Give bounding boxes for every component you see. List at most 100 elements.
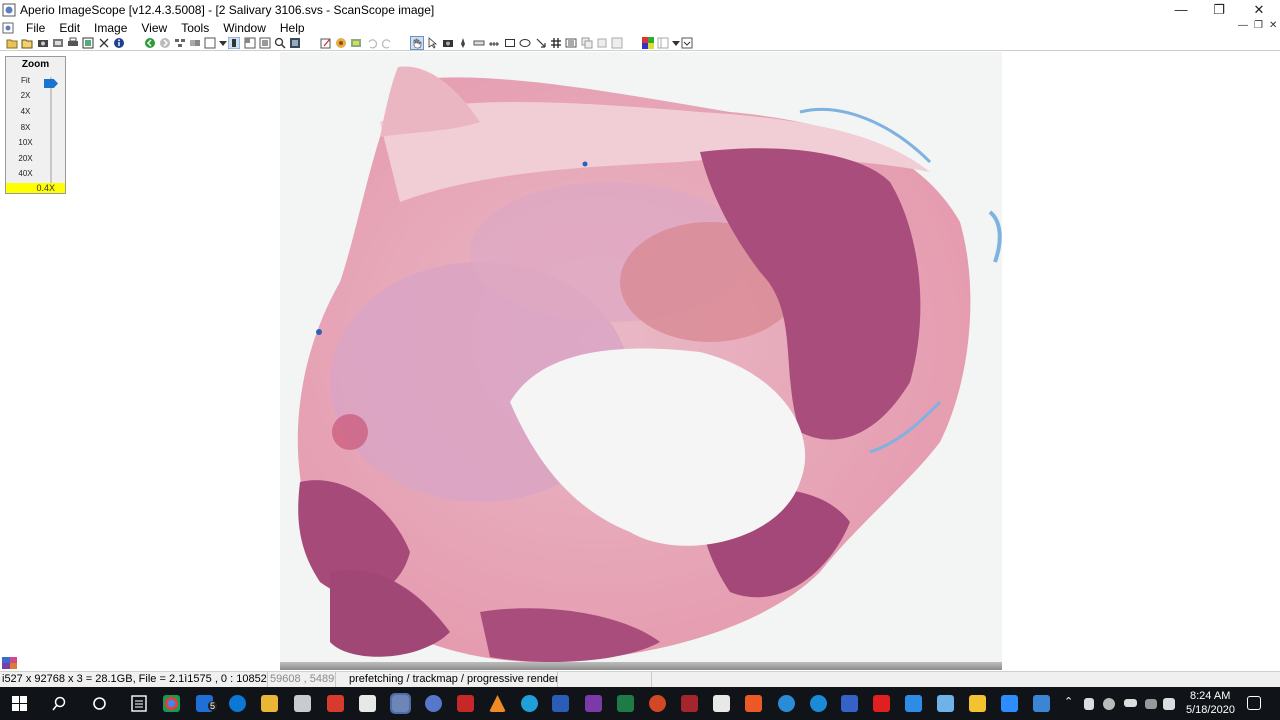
imagescope-icon[interactable] <box>390 693 411 714</box>
undo-icon[interactable] <box>366 37 378 49</box>
image-viewport[interactable] <box>0 52 1280 671</box>
clock-time[interactable]: 8:24 AM <box>1190 690 1230 702</box>
snipping-icon[interactable] <box>294 695 311 712</box>
close-icon[interactable]: ✕ <box>1240 0 1278 19</box>
region-icon[interactable] <box>259 37 271 49</box>
frame-icon[interactable] <box>204 37 216 49</box>
zoom-40x-button[interactable]: 40X <box>10 166 41 181</box>
document-icon[interactable] <box>2 22 14 34</box>
sync-icon[interactable] <box>189 37 201 49</box>
ruler-icon[interactable] <box>473 37 485 49</box>
ellipse-icon[interactable] <box>519 37 531 49</box>
screenshot-icon[interactable] <box>442 37 454 49</box>
zoom-8x-button[interactable]: 8X <box>10 120 41 135</box>
battery-icon[interactable] <box>1124 699 1137 707</box>
rectangle-icon[interactable] <box>504 37 516 49</box>
adobe-reader-icon[interactable] <box>359 695 376 712</box>
store-icon[interactable] <box>713 695 730 712</box>
check-app-icon[interactable] <box>969 695 986 712</box>
globe-app-icon[interactable] <box>425 695 442 712</box>
bug-app-icon[interactable] <box>457 695 474 712</box>
network-icon[interactable] <box>1145 699 1157 709</box>
pen-icon[interactable] <box>457 37 469 49</box>
calculator-icon[interactable] <box>131 695 147 712</box>
snowflake-icon[interactable] <box>1033 695 1050 712</box>
open-icon[interactable] <box>6 37 18 49</box>
print-icon[interactable] <box>67 37 79 49</box>
zoom-icon[interactable] <box>1001 695 1018 712</box>
search-icon[interactable] <box>52 696 67 711</box>
menu-image[interactable]: Image <box>88 21 135 35</box>
tray-chevron-icon[interactable]: ⌃ <box>1064 695 1073 708</box>
restore-icon[interactable]: ❐ <box>1200 0 1238 19</box>
layers-icon[interactable] <box>350 37 362 49</box>
powerpoint-icon[interactable] <box>649 695 666 712</box>
count-icon[interactable] <box>488 37 500 49</box>
vlc-icon[interactable] <box>489 695 506 712</box>
grid-hash-icon[interactable] <box>550 37 562 49</box>
zoom-10x-button[interactable]: 10X <box>10 135 41 150</box>
menu-tools[interactable]: Tools <box>175 21 217 35</box>
zoom-slider-track[interactable] <box>50 77 52 189</box>
slide-image[interactable] <box>280 52 1002 670</box>
zoom-20x-button[interactable]: 20X <box>10 151 41 166</box>
delete-icon[interactable] <box>596 37 608 49</box>
pdf-icon[interactable] <box>327 695 344 712</box>
start-icon[interactable] <box>12 696 27 711</box>
excel-icon[interactable] <box>617 695 634 712</box>
menu-help[interactable]: Help <box>274 21 313 35</box>
back-icon[interactable] <box>144 37 156 49</box>
arrow-icon[interactable] <box>535 37 547 49</box>
chrome-icon[interactable] <box>163 695 180 712</box>
clock-date[interactable]: 5/18/2020 <box>1186 704 1235 716</box>
thumbnail-icon[interactable] <box>289 37 301 49</box>
mdi-minimize-icon[interactable]: — <box>1238 20 1248 31</box>
notifications-icon[interactable] <box>1247 696 1261 710</box>
zoom-fit-button[interactable]: Fit <box>10 73 41 88</box>
volume-icon[interactable] <box>1163 698 1175 710</box>
layout-icon[interactable] <box>174 37 186 49</box>
forward-icon[interactable] <box>159 37 171 49</box>
access-icon[interactable] <box>681 695 698 712</box>
menu-view[interactable]: View <box>135 21 175 35</box>
menu-window[interactable]: Window <box>217 21 274 35</box>
camera-icon[interactable] <box>37 37 49 49</box>
select-icon[interactable] <box>427 37 439 49</box>
azure-icon[interactable] <box>841 695 858 712</box>
minimize-icon[interactable]: — <box>1162 0 1200 19</box>
color-adjust-icon[interactable] <box>335 37 347 49</box>
pan-hand-icon[interactable] <box>410 36 424 50</box>
scissors-icon[interactable] <box>98 37 110 49</box>
office-icon[interactable] <box>745 695 762 712</box>
annotate-icon[interactable] <box>320 37 332 49</box>
edge-legacy-icon[interactable] <box>810 695 827 712</box>
chrome-alt-icon[interactable] <box>521 695 538 712</box>
info-icon[interactable] <box>113 37 125 49</box>
thumbnail-toggle-icon[interactable] <box>2 657 17 669</box>
settings-icon[interactable] <box>681 37 693 49</box>
star-app-icon[interactable] <box>905 695 922 712</box>
grid-icon[interactable] <box>244 37 256 49</box>
teams-icon[interactable] <box>778 695 795 712</box>
zoom-slider-thumb[interactable] <box>44 79 58 88</box>
k-app-icon[interactable] <box>873 695 890 712</box>
list-icon[interactable] <box>565 37 577 49</box>
sidebar-icon[interactable] <box>657 37 669 49</box>
snapshot-icon[interactable] <box>52 37 64 49</box>
file-explorer-icon[interactable] <box>261 695 278 712</box>
mdi-close-icon[interactable]: ✕ <box>1269 20 1277 31</box>
copy-icon[interactable] <box>581 37 593 49</box>
word-icon[interactable] <box>552 695 569 712</box>
open-folder-icon[interactable] <box>21 37 33 49</box>
microphone-icon[interactable] <box>1084 698 1094 710</box>
cortana-icon[interactable] <box>92 696 107 711</box>
window-icon[interactable] <box>611 37 623 49</box>
zoom-panel-icon[interactable] <box>228 37 240 49</box>
onenote-icon[interactable] <box>585 695 602 712</box>
tray-app-icon[interactable] <box>1103 698 1115 710</box>
edge-icon[interactable] <box>229 695 246 712</box>
stamp-icon[interactable] <box>82 37 94 49</box>
mdi-restore-icon[interactable]: ❐ <box>1254 20 1263 31</box>
palette-icon[interactable] <box>642 37 654 49</box>
note-icon[interactable] <box>937 695 954 712</box>
